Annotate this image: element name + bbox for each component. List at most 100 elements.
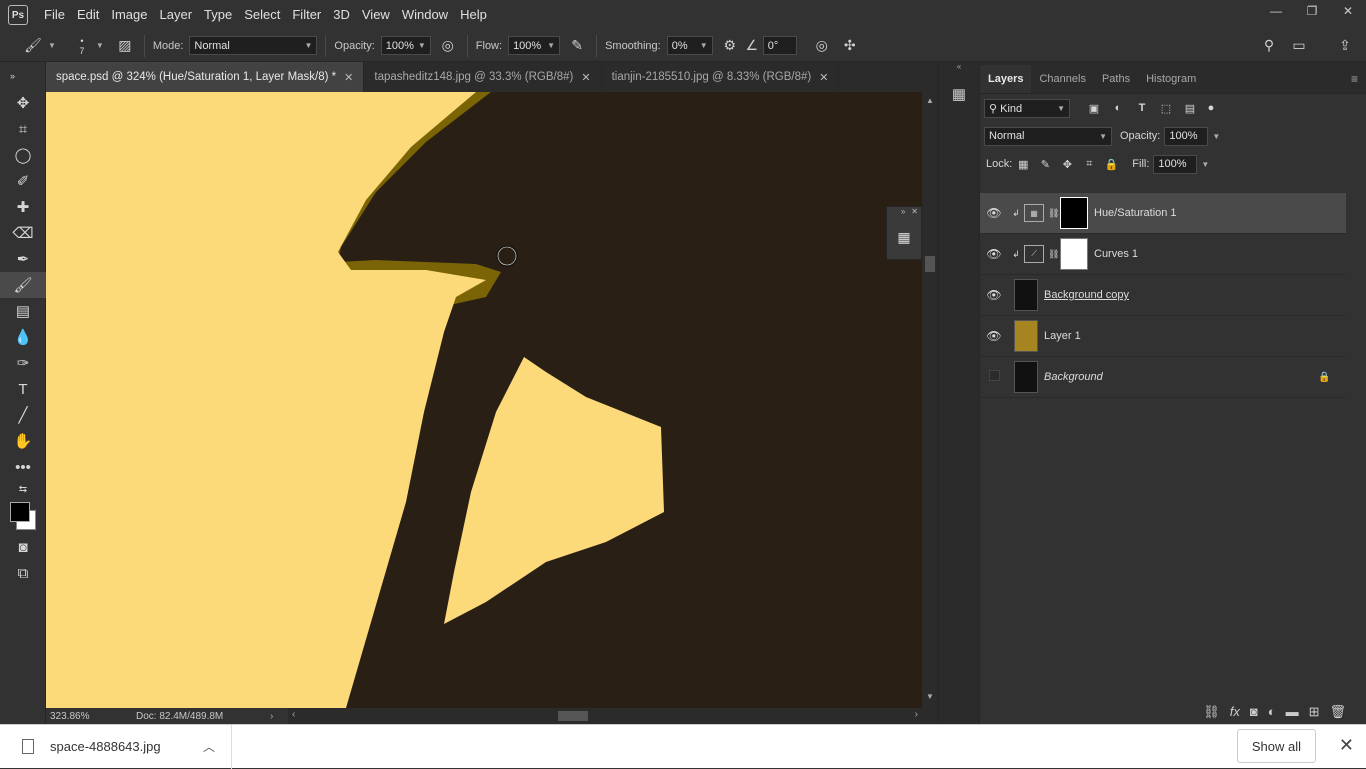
smart-object-filter-icon[interactable]: ▤	[1178, 102, 1202, 115]
menu-select[interactable]: Select	[238, 0, 286, 30]
filter-toggle-icon[interactable]: ●	[1202, 102, 1220, 114]
tab-paths[interactable]: Paths	[1094, 65, 1138, 93]
scroll-thumb[interactable]	[558, 711, 588, 721]
more-tools-icon[interactable]: •••	[0, 454, 46, 480]
layer-row-hue-saturation[interactable]: 👁 ↲ ▦ ⛓ Hue/Saturation 1	[980, 193, 1346, 234]
download-item[interactable]: space-4888643.jpg ︿	[0, 724, 232, 769]
document-canvas[interactable]	[46, 92, 922, 708]
expand-icon[interactable]: »	[901, 207, 905, 221]
fill-input[interactable]: 100%	[1153, 154, 1198, 174]
lock-image-icon[interactable]: ✎	[1034, 158, 1056, 171]
crop-tool-icon[interactable]: ⌗	[0, 116, 46, 142]
eyedropper-tool-icon[interactable]: ✒	[0, 246, 46, 272]
link-icon[interactable]: ⛓	[1048, 208, 1060, 219]
layer-mask-thumbnail[interactable]	[1060, 197, 1088, 229]
lock-position-icon[interactable]: ✥	[1056, 158, 1078, 171]
lock-transparent-icon[interactable]: ▦	[1012, 158, 1034, 171]
close-icon[interactable]: ✕	[911, 207, 918, 221]
marquee-tool-icon[interactable]: ◯	[0, 142, 46, 168]
blur-tool-icon[interactable]: 💧	[0, 324, 46, 350]
menu-type[interactable]: Type	[198, 0, 238, 30]
new-layer-icon[interactable]: ⊞	[1309, 704, 1320, 720]
adjustment-filter-icon[interactable]: ◐	[1106, 102, 1130, 114]
lock-all-icon[interactable]: 🔒	[1100, 158, 1122, 171]
gradient-tool-icon[interactable]: ▤	[0, 298, 46, 324]
search-icon[interactable]: ⚲	[1258, 35, 1280, 57]
eraser-tool-icon[interactable]: ⌫	[0, 220, 46, 246]
kind-filter-select[interactable]: ⚲ Kind ▼	[984, 98, 1070, 118]
close-icon[interactable]: ✕	[1330, 0, 1366, 22]
show-all-button[interactable]: Show all	[1236, 729, 1316, 763]
collapse-icon[interactable]: «	[939, 62, 979, 76]
pressure-opacity-icon[interactable]: ◎	[437, 35, 459, 57]
scroll-down-icon[interactable]: ▼	[926, 692, 934, 701]
hand-tool-icon[interactable]: ✋	[0, 428, 46, 454]
layer-row-background[interactable]: Background 🔒	[980, 357, 1346, 398]
pen-tool-icon[interactable]: ✑	[0, 350, 46, 376]
layer-mask-thumbnail[interactable]	[1060, 238, 1088, 270]
chevron-up-icon[interactable]: ︿	[203, 738, 215, 755]
angle-input[interactable]: 0°	[762, 36, 797, 55]
tab-space-psd[interactable]: space.psd @ 324% (Hue/Saturation 1, Laye…	[46, 62, 365, 92]
tab-channels[interactable]: Channels	[1031, 65, 1093, 93]
lock-artboard-icon[interactable]: ⌗	[1078, 158, 1100, 171]
scroll-up-icon[interactable]: ▲	[926, 96, 934, 105]
history-icon[interactable]: ▦	[939, 76, 979, 112]
line-tool-icon[interactable]: ╱	[0, 402, 46, 428]
healing-tool-icon[interactable]: ✚	[0, 194, 46, 220]
workspace-icon[interactable]: ▭	[1288, 35, 1310, 57]
foreground-color-swatch[interactable]	[10, 502, 30, 522]
shape-filter-icon[interactable]: ⬚	[1154, 102, 1178, 115]
visibility-toggle-empty[interactable]	[980, 370, 1008, 384]
blend-mode-select[interactable]: Normal ▼	[984, 126, 1112, 146]
add-mask-icon[interactable]: ◙	[1250, 704, 1258, 719]
zoom-level[interactable]: 323.86%	[50, 711, 136, 722]
tab-tapasheditz148[interactable]: tapasheditz148.jpg @ 33.3% (RGB/8#) ✕	[364, 62, 602, 92]
menu-edit[interactable]: Edit	[71, 0, 105, 30]
opacity-input[interactable]: 100% ▼	[380, 36, 431, 55]
type-tool-icon[interactable]: T	[0, 376, 46, 402]
eye-icon[interactable]: 👁	[980, 288, 1008, 302]
panel-menu-icon[interactable]: ≡	[1351, 65, 1358, 93]
menu-window[interactable]: Window	[396, 0, 454, 30]
brush-settings-icon[interactable]: ▨	[114, 35, 136, 57]
brush-tool-icon[interactable]: 🖌	[0, 272, 46, 298]
tab-layers[interactable]: Layers	[980, 65, 1032, 93]
chevron-down-icon[interactable]: ▼	[96, 41, 104, 50]
expand-icon[interactable]: »	[0, 62, 46, 90]
tab-tianjin[interactable]: tianjin-2185510.jpg @ 8.33% (RGB/8#) ✕	[602, 62, 840, 92]
chevron-down-icon[interactable]: ▼	[48, 41, 56, 50]
minimize-icon[interactable]: —	[1258, 0, 1294, 22]
group-folder-icon[interactable]: ▬	[1286, 704, 1299, 719]
quick-select-tool-icon[interactable]: ✐	[0, 168, 46, 194]
gear-icon[interactable]: ⚙	[719, 35, 741, 57]
flow-input[interactable]: 100% ▼	[508, 36, 561, 55]
close-icon[interactable]: ✕	[1339, 735, 1354, 756]
layer-row-layer-1[interactable]: 👁 Layer 1	[980, 316, 1346, 357]
brush-tool-icon[interactable]: 🖌	[22, 35, 44, 57]
horizontal-scrollbar[interactable]: ‹ ›	[288, 708, 938, 724]
menu-file[interactable]: File	[38, 0, 71, 30]
fx-icon[interactable]: fx	[1230, 704, 1240, 719]
link-icon[interactable]: ⛓	[1048, 249, 1060, 260]
close-icon[interactable]: ✕	[819, 71, 828, 84]
scroll-right-icon[interactable]: ›	[915, 709, 918, 720]
close-icon[interactable]: ✕	[581, 71, 590, 84]
quick-mask-icon[interactable]: ◙	[0, 534, 46, 560]
type-filter-icon[interactable]: T	[1130, 102, 1154, 114]
eye-icon[interactable]: 👁	[980, 329, 1008, 343]
adjustment-layer-icon[interactable]: ◐	[1268, 704, 1276, 719]
airbrush-icon[interactable]: ✎	[566, 35, 588, 57]
pixel-filter-icon[interactable]: ▣	[1082, 102, 1106, 115]
eye-icon[interactable]: 👁	[980, 247, 1008, 261]
eye-icon[interactable]: 👁	[980, 206, 1008, 220]
chevron-down-icon[interactable]: ▼	[1212, 132, 1220, 141]
properties-icon[interactable]: ▦	[887, 221, 921, 253]
close-icon[interactable]: ✕	[344, 71, 353, 84]
menu-image[interactable]: Image	[105, 0, 153, 30]
menu-filter[interactable]: Filter	[286, 0, 327, 30]
chevron-down-icon[interactable]: ▼	[1201, 160, 1209, 169]
pressure-size-icon[interactable]: ◎	[811, 35, 833, 57]
move-tool-icon[interactable]: ✥	[0, 90, 46, 116]
scroll-thumb[interactable]	[925, 256, 935, 272]
